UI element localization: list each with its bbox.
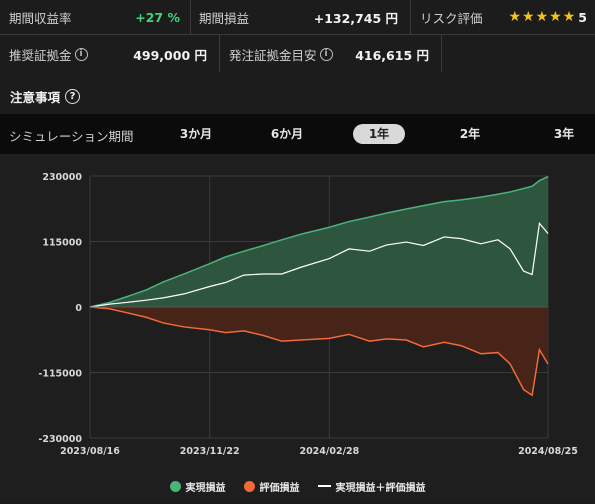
risk-label: リスク評価 [420, 10, 483, 26]
unrealized-area [90, 307, 548, 396]
legend-swatch-unrealized [243, 480, 255, 492]
tab-6-months[interactable]: 6か月 [261, 124, 313, 144]
tab-3-years[interactable]: 3年 [538, 124, 590, 144]
star-icon: ★ [522, 9, 535, 25]
period-pnl-value: +132,745 円 [313, 10, 398, 26]
legend-label-unrealized: 評価損益 [259, 482, 300, 494]
period-return-cell: 期間収益率 +27 % [9, 0, 189, 34]
pnl-chart-svg: 230000 115000 0 -115000 -2300002023/08/16 202… [38, 172, 578, 457]
order-margin-label: 発注証拠金目安 [229, 47, 317, 63]
y-tick-label: 115000 [42, 238, 82, 249]
tab-1-year[interactable]: 1年 [353, 124, 405, 144]
legend-item-realized[interactable]: 実現損益 [169, 479, 226, 494]
x-tick-label: 2024/08/25 [518, 446, 578, 457]
tab-2-years[interactable]: 2年 [444, 124, 496, 144]
risk-stars: ★ ★ ★ ★ ★ 5 [507, 9, 587, 25]
notes-link[interactable]: 注意事項 ? [10, 86, 81, 106]
x-tick-label: 2023/08/16 [60, 446, 120, 457]
order-margin-cell: 発注証拠金目安 i 416,615 円 [229, 37, 437, 71]
recommended-margin-cell: 推奨証拠金 i 499,000 円 [9, 37, 215, 71]
star-icon: ★ [508, 9, 522, 25]
legend-label-realized: 実現損益 [185, 482, 226, 494]
info-icon[interactable]: i [74, 47, 88, 61]
order-margin-value: 416,615 円 [355, 47, 429, 63]
recommended-margin-label: 推奨証拠金 [9, 47, 72, 63]
risk-value: 5 [578, 9, 587, 25]
x-tick-label: 2024/02/28 [299, 446, 359, 457]
period-pnl-label: 期間損益 [199, 10, 250, 26]
period-return-value: +27 % [135, 9, 180, 25]
star-icon: ★ [549, 9, 562, 25]
legend-swatch-realized [169, 480, 181, 492]
divider [410, 0, 411, 34]
y-tick-label: 230000 [42, 172, 82, 183]
summary-stats: 期間収益率 +27 % 期間損益 +132,745 円 リスク評価 ★ ★ ★ … [0, 0, 595, 76]
period-return-label: 期間収益率 [9, 10, 72, 26]
star-icon: ★ [562, 9, 576, 25]
y-tick-label: -115000 [38, 369, 82, 380]
period-pnl-cell: 期間損益 +132,745 円 [199, 0, 406, 34]
divider [219, 34, 220, 72]
recommended-margin-value: 499,000 円 [133, 47, 207, 63]
period-selector: シミュレーション期間 3か月 6か月 1年 2年 3年 [0, 114, 595, 154]
divider [441, 34, 442, 72]
y-tick-label: -230000 [38, 434, 82, 445]
y-tick-label: 0 [75, 303, 82, 314]
legend-item-unrealized[interactable]: 評価損益 [243, 479, 300, 494]
divider [0, 34, 595, 35]
chart-legend: 実現損益 評価損益 実現損益＋評価損益 [0, 478, 595, 494]
info-icon[interactable]: i [319, 47, 333, 61]
divider [190, 0, 191, 34]
risk-cell: リスク評価 ★ ★ ★ ★ ★ 5 [420, 0, 595, 34]
notes-label: 注意事項 [10, 89, 61, 105]
period-label: シミュレーション期間 [9, 129, 134, 144]
legend-item-total[interactable]: 実現損益＋評価損益 [317, 479, 426, 494]
pnl-chart: 230000 115000 0 -115000 -230000 2023/08/16 202… [0, 154, 595, 500]
help-icon[interactable]: ? [65, 88, 81, 104]
star-icon: ★ [535, 9, 549, 25]
tab-3-months[interactable]: 3か月 [170, 124, 222, 144]
x-tick-label: 2023/11/22 [180, 446, 240, 457]
legend-swatch-total [317, 485, 331, 487]
legend-label-total: 実現損益＋評価損益 [335, 482, 426, 494]
